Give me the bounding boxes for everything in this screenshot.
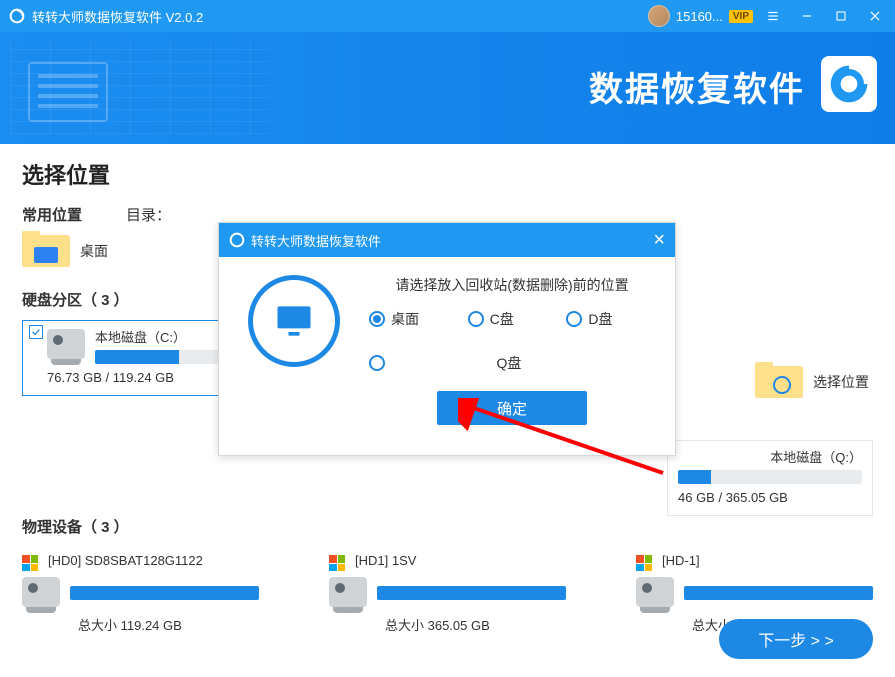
confirm-button[interactable]: 确定: [437, 391, 587, 425]
maximize-button[interactable]: [827, 2, 855, 30]
windows-icon: [329, 555, 345, 571]
radio-option-c[interactable]: C盘: [468, 309, 557, 329]
banner-title: 数据恢复软件: [589, 62, 805, 111]
device-name: [HD-1]: [662, 553, 700, 568]
partition-size: 46 GB / 365.05 GB: [678, 490, 862, 505]
confirm-button-label: 确定: [497, 398, 527, 419]
page-title: 选择位置: [22, 158, 873, 190]
close-button[interactable]: [861, 2, 889, 30]
radio-label: 桌面: [391, 309, 419, 329]
search-folder-icon: [755, 362, 803, 402]
usage-bar: [377, 586, 566, 600]
frequent-locations-label: 常用位置: [22, 204, 82, 225]
drive-icon: [22, 577, 60, 607]
device-item[interactable]: [HD0] SD8SBAT128G1122 总大小 119.24 GB: [22, 553, 259, 634]
app-logo-icon: [8, 7, 26, 25]
radio-icon: [566, 311, 582, 327]
user-avatar[interactable]: [648, 5, 670, 27]
radio-label: C盘: [490, 309, 514, 329]
radio-icon: [369, 311, 385, 327]
minimize-button[interactable]: [793, 2, 821, 30]
desktop-folder-icon: [22, 231, 70, 271]
dialog-close-button[interactable]: ×: [653, 230, 665, 250]
radio-option-desktop[interactable]: 桌面: [369, 309, 458, 329]
partition-checkbox[interactable]: [29, 325, 43, 339]
usage-bar: [70, 586, 259, 600]
app-title: 转转大师数据恢复软件 V2.0.2: [32, 7, 203, 26]
device-name: [HD1] 1SV: [355, 553, 416, 568]
next-button-label: 下一步 > >: [758, 627, 834, 651]
freq-item-label: 桌面: [80, 241, 108, 261]
user-id[interactable]: 15160...: [676, 9, 723, 24]
device-item[interactable]: [HD1] 1SV 总大小 365.05 GB: [329, 553, 566, 634]
device-name: [HD0] SD8SBAT128G1122: [48, 553, 203, 568]
drive-icon: [329, 577, 367, 607]
devices-heading: 物理设备（ 3 ）: [22, 516, 873, 537]
radio-label: Q盘: [363, 353, 655, 373]
drive-icon: [47, 329, 85, 359]
dialog-titlebar: 转转大师数据恢复软件 ×: [219, 223, 675, 257]
freq-item-label: 选择位置: [813, 372, 869, 392]
freq-item-desktop[interactable]: 桌面: [22, 231, 108, 271]
dialog-prompt: 请选择放入回收站(数据删除)前的位置: [369, 275, 655, 295]
dialog-logo-icon: [229, 232, 245, 248]
freq-item-select-location[interactable]: 选择位置: [755, 362, 869, 402]
device-size: 总大小 365.05 GB: [385, 615, 566, 634]
device-size: 总大小 119.24 GB: [78, 615, 259, 634]
menu-button[interactable]: [759, 2, 787, 30]
drive-icon: [636, 577, 674, 607]
vip-badge: VIP: [729, 10, 753, 23]
windows-icon: [636, 555, 652, 571]
radio-option-d[interactable]: D盘: [566, 309, 655, 329]
location-dialog: 转转大师数据恢复软件 × 请选择放入回收站(数据删除)前的位置 桌面: [218, 222, 676, 456]
next-button[interactable]: 下一步 > >: [719, 619, 873, 659]
usage-bar: [678, 470, 862, 484]
radio-icon: [468, 311, 484, 327]
monitor-icon: [248, 275, 340, 367]
title-bar: 转转大师数据恢复软件 V2.0.2 15160... VIP: [0, 0, 895, 32]
catalog-label: 目录：: [126, 204, 171, 225]
partition-name: 本地磁盘（Q:）: [678, 447, 862, 466]
banner-decor-icon: [28, 62, 108, 122]
windows-icon: [22, 555, 38, 571]
banner-logo-icon: [821, 56, 877, 112]
usage-bar: [684, 586, 873, 600]
partition-card-q[interactable]: 本地磁盘（Q:） 46 GB / 365.05 GB: [667, 440, 873, 516]
dialog-title: 转转大师数据恢复软件: [251, 231, 381, 250]
banner: 数据恢复软件: [0, 32, 895, 144]
radio-label: D盘: [588, 309, 612, 329]
